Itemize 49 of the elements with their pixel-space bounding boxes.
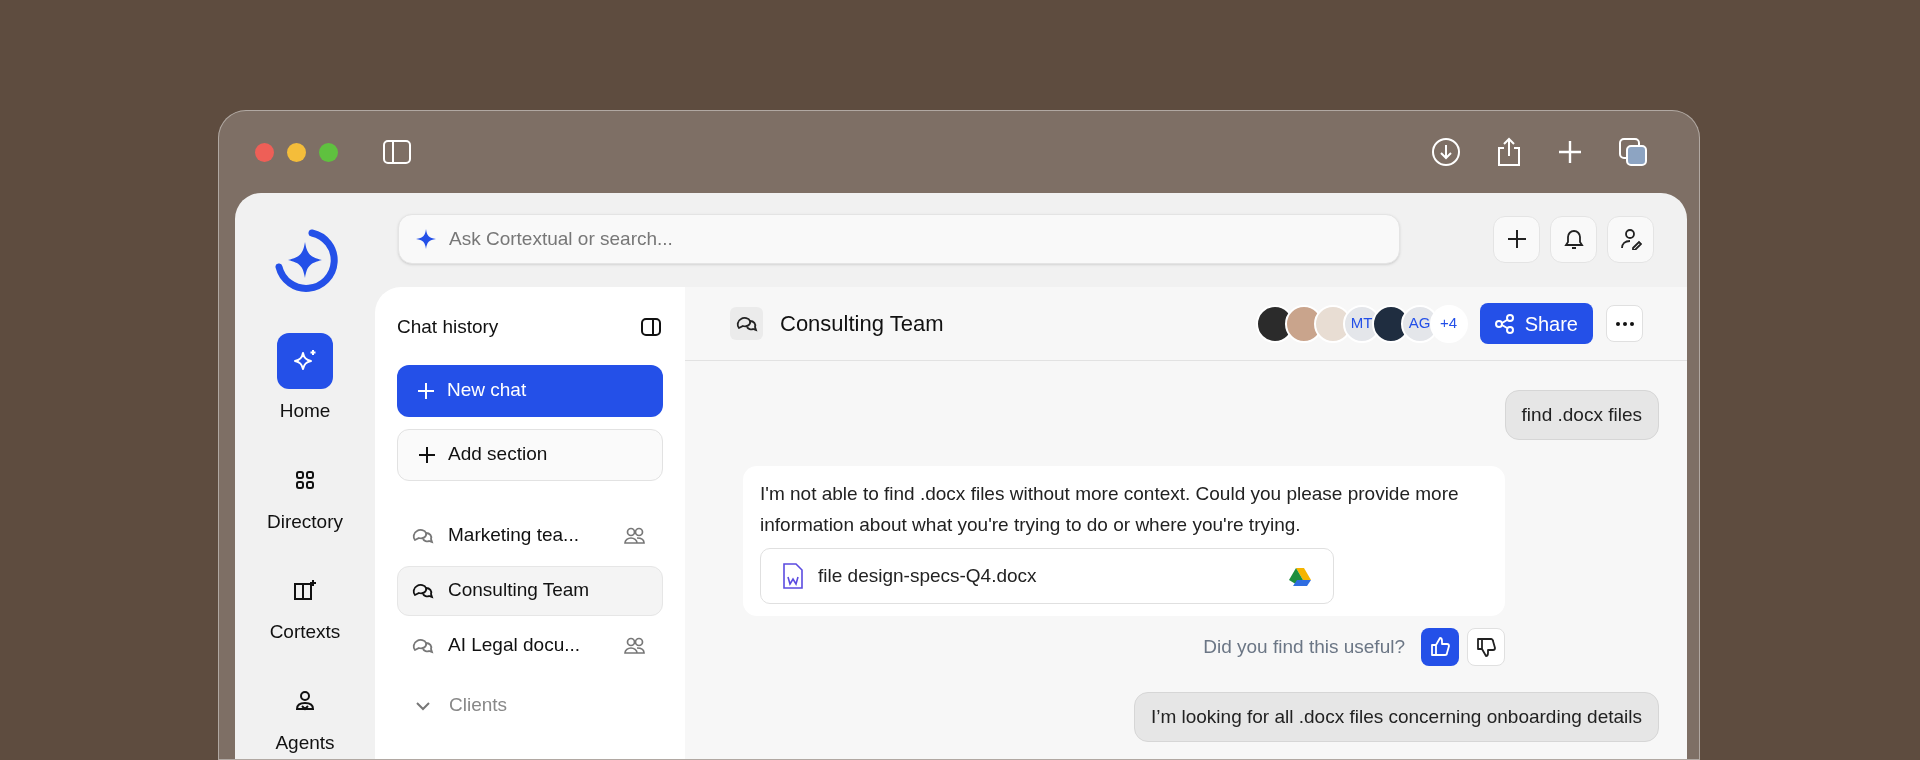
nav-item[interactable]: Directory: [267, 459, 343, 536]
chat-history-item[interactable]: AI Legal docu...: [397, 620, 663, 671]
word-document-icon: [783, 563, 803, 589]
more-icon: [1615, 321, 1634, 326]
member-count: +4: [1429, 304, 1468, 343]
file-attachment[interactable]: file design-specs-Q4.docx: [760, 548, 1334, 604]
bell-icon: [1563, 228, 1584, 250]
plus-icon: [417, 381, 435, 400]
assistant-message: I'm not able to find .docx files without more context. Could you please provide more information about what you're trying to do or where you're trying.: [760, 482, 1460, 537]
plus-icon: [1506, 229, 1527, 249]
user-message: I’m looking for all .docx files concerning onboarding details: [1133, 692, 1659, 742]
user-edit-icon: [1619, 228, 1642, 250]
new-chat-button[interactable]: New chat: [397, 364, 663, 417]
thumbs-down-button[interactable]: [1467, 628, 1505, 666]
chat-history-item[interactable]: Marketing tea...: [397, 510, 663, 561]
share-icon[interactable]: [1496, 137, 1522, 167]
grid-icon: [295, 469, 315, 490]
thumbs-up-button[interactable]: [1421, 628, 1459, 666]
thumbs-up-icon: [1429, 636, 1451, 658]
drive-icon: [1289, 566, 1311, 586]
sparkle-icon: [416, 229, 436, 249]
share-nodes-icon: [1494, 313, 1515, 334]
profile-button[interactable]: [1607, 215, 1654, 263]
chat-title: Consulting Team: [780, 310, 944, 338]
sidebar-toggle-icon[interactable]: [382, 139, 412, 165]
panel-title: Chat history: [397, 315, 499, 339]
new-tab-icon[interactable]: [1557, 139, 1583, 165]
plus-icon: [418, 445, 436, 464]
user-message: find .docx files: [1504, 390, 1659, 440]
nav-item[interactable]: Agents: [275, 680, 335, 757]
notifications-button[interactable]: [1550, 215, 1597, 263]
chat-bubble-icon: [730, 307, 763, 340]
section-header[interactable]: Clients: [397, 680, 663, 731]
thumbs-down-icon: [1475, 636, 1497, 658]
search-field[interactable]: Ask Cortextual or search...: [398, 214, 1400, 264]
panel-toggle-icon[interactable]: [641, 318, 661, 337]
share-button[interactable]: Share: [1479, 303, 1593, 344]
tabs-overview-icon[interactable]: [1618, 137, 1648, 167]
add-section-button[interactable]: Add section: [397, 428, 663, 481]
logo-icon: [272, 227, 338, 293]
file-name: file design-specs-Q4.docx: [818, 563, 1037, 588]
nav-item[interactable]: Cortexts: [269, 570, 341, 647]
add-button[interactable]: [1493, 215, 1540, 263]
download-icon[interactable]: [1431, 137, 1461, 167]
more-button[interactable]: [1606, 305, 1643, 342]
feedback-prompt: Did you find this useful?: [1203, 634, 1405, 659]
agent-icon: [294, 689, 316, 712]
book-icon: [293, 579, 317, 601]
chat-history-item[interactable]: Consulting Team: [397, 565, 663, 616]
